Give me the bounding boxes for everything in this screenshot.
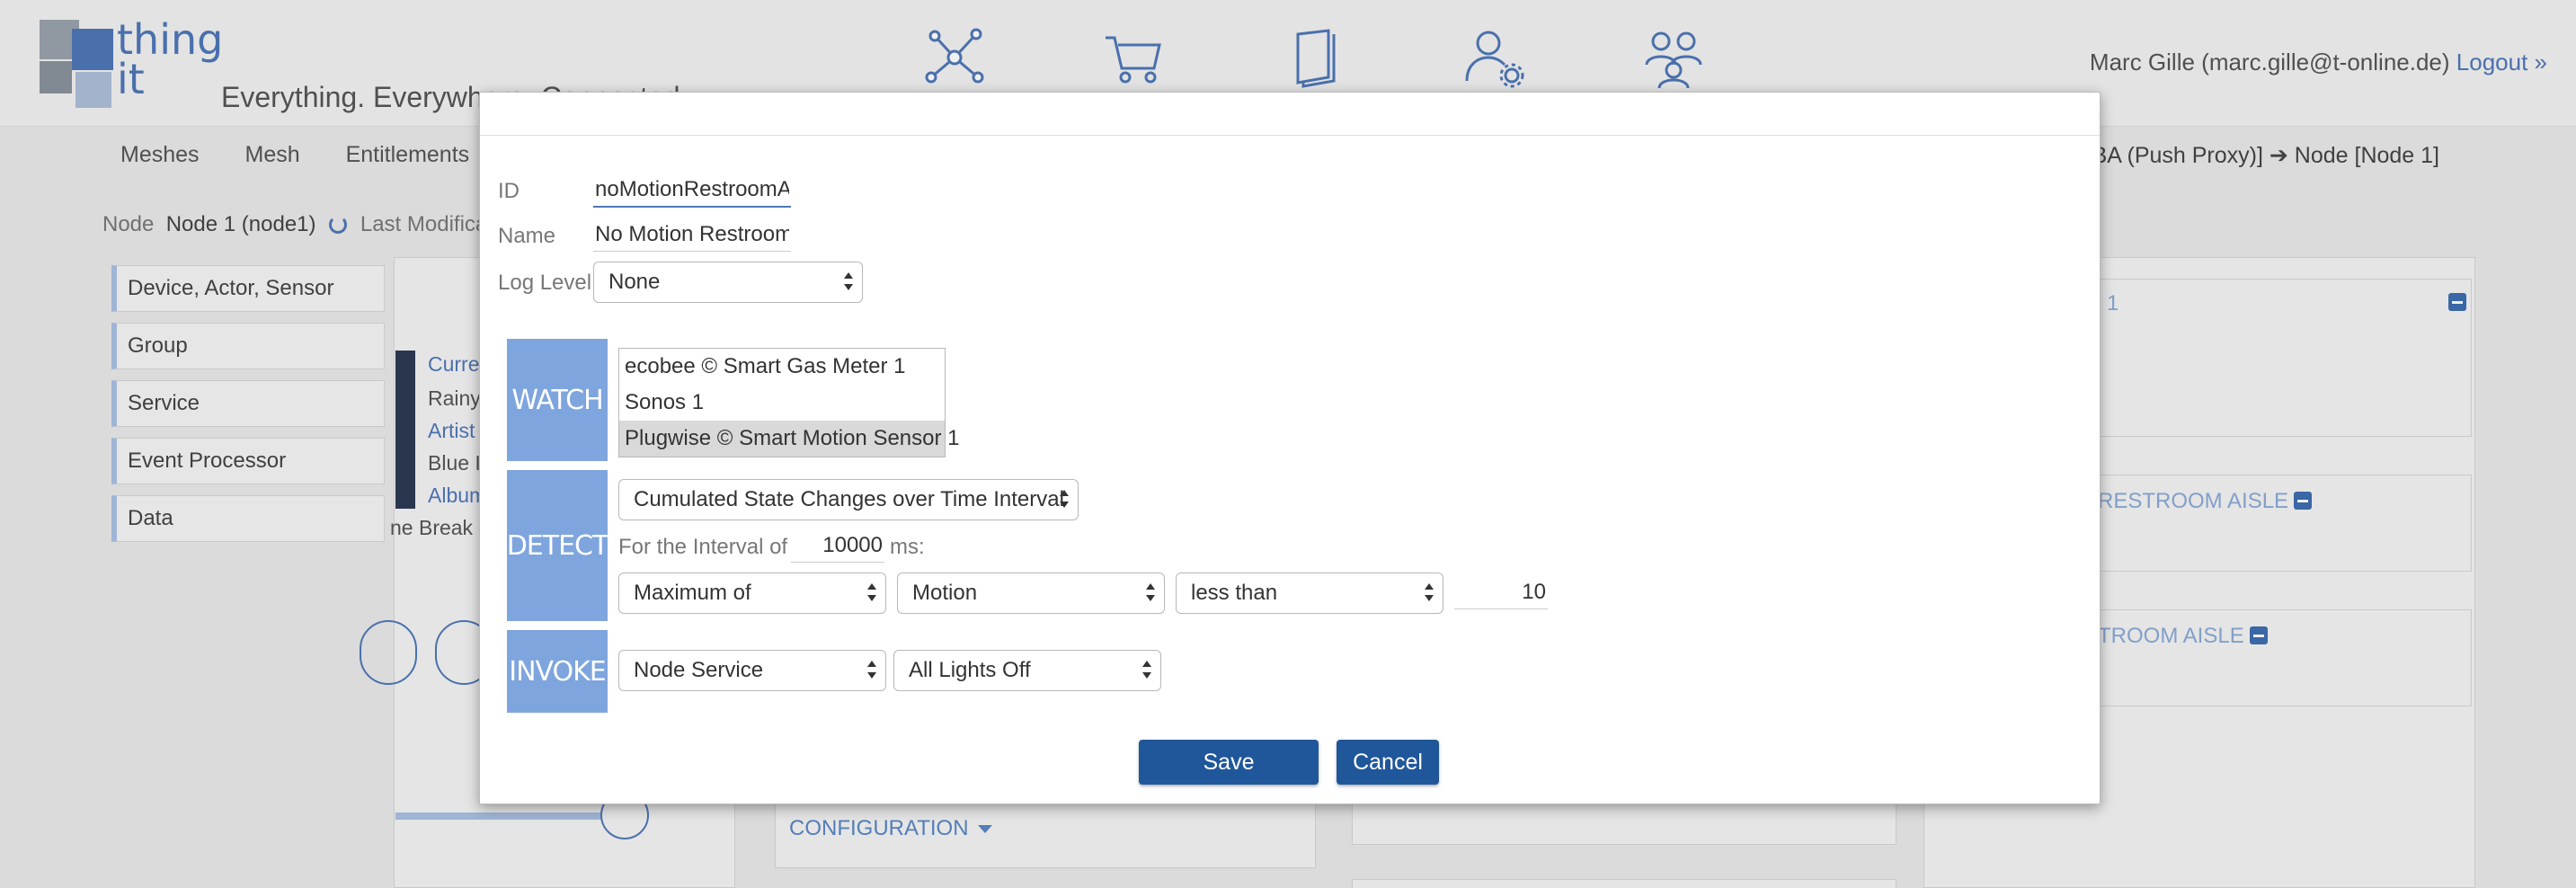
- name-label: Name: [498, 224, 556, 248]
- select-arrows-icon: [1146, 583, 1155, 603]
- select-arrows-icon: [867, 583, 876, 603]
- interval-input[interactable]: [791, 529, 884, 563]
- log-level-label: Log Level: [498, 271, 592, 295]
- aggregate-select[interactable]: Maximum of: [618, 573, 886, 614]
- operator-value: less than: [1191, 581, 1278, 605]
- field-value: Motion: [912, 581, 978, 605]
- interval-unit: ms:: [890, 535, 925, 559]
- detect-tag: DETECT: [507, 470, 608, 621]
- select-arrows-icon: [1142, 661, 1151, 680]
- watch-option-selected[interactable]: Plugwise © Smart Motion Sensor 1: [619, 421, 960, 457]
- invoke-type-select[interactable]: Node Service: [618, 650, 886, 691]
- save-button[interactable]: Save: [1139, 740, 1319, 785]
- dialog-header: [480, 93, 2100, 136]
- detect-mode-value: Cumulated State Changes over Time Interv…: [634, 487, 1064, 511]
- detect-mode-select[interactable]: Cumulated State Changes over Time Interv…: [618, 479, 1079, 520]
- watch-option[interactable]: Sonos 1: [619, 385, 945, 421]
- select-arrows-icon: [1060, 490, 1069, 510]
- watch-option[interactable]: ecobee © Smart Gas Meter 1: [619, 349, 945, 385]
- event-processor-dialog: ID Name Log Level None WATCH ecobee © Sm…: [479, 92, 2101, 804]
- log-level-value: None: [608, 270, 661, 294]
- watch-tag: WATCH: [507, 339, 608, 461]
- aggregate-value: Maximum of: [634, 581, 751, 605]
- select-arrows-icon: [844, 272, 853, 292]
- field-select[interactable]: Motion: [897, 573, 1165, 614]
- interval-label: For the Interval of: [618, 535, 788, 559]
- watch-listbox[interactable]: ecobee © Smart Gas Meter 1 Sonos 1 Plugw…: [618, 348, 960, 457]
- operator-select[interactable]: less than: [1176, 573, 1443, 614]
- select-arrows-icon: [1425, 583, 1434, 603]
- id-input[interactable]: [593, 173, 791, 208]
- id-label: ID: [498, 179, 520, 203]
- invoke-tag: INVOKE: [507, 630, 608, 713]
- name-input[interactable]: [593, 218, 791, 252]
- invoke-target-select[interactable]: All Lights Off: [893, 650, 1161, 691]
- log-level-select[interactable]: None: [593, 262, 863, 303]
- threshold-input[interactable]: [1454, 576, 1548, 609]
- select-arrows-icon: [867, 661, 876, 680]
- cancel-button[interactable]: Cancel: [1337, 740, 1439, 785]
- invoke-target-value: All Lights Off: [909, 658, 1031, 682]
- invoke-type-value: Node Service: [634, 658, 764, 682]
